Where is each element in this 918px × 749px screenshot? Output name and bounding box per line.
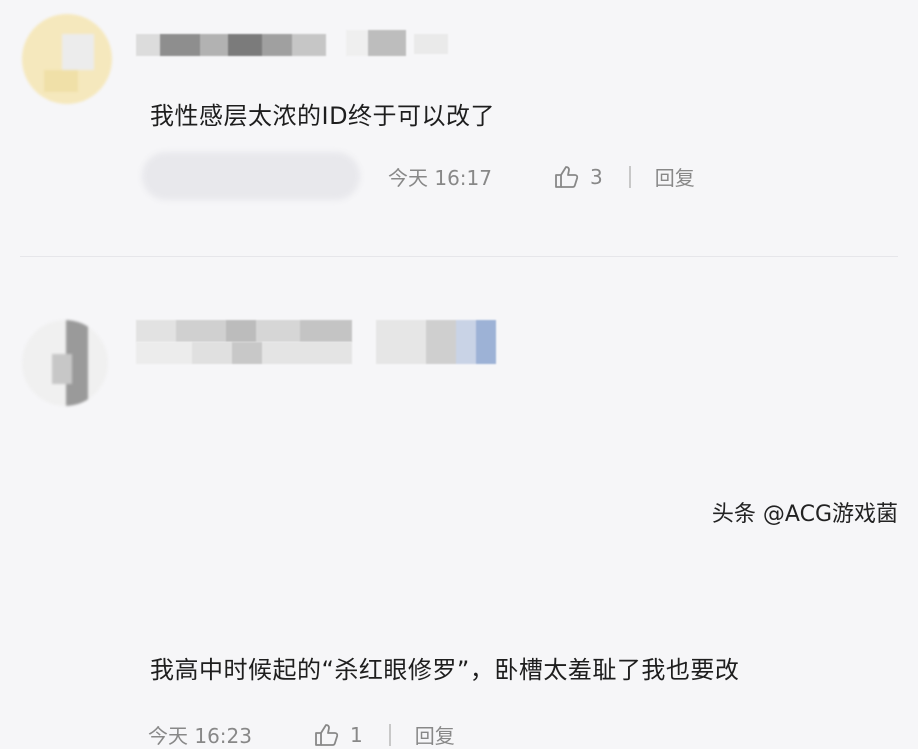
like-count: 3: [590, 164, 603, 189]
avatar[interactable]: [22, 14, 112, 104]
thumbs-up-icon: [315, 723, 339, 746]
like-count: 1: [350, 722, 363, 747]
username-blurred[interactable]: [136, 30, 456, 58]
comment-meta: 今天 16:17 3 回复: [388, 162, 695, 191]
like-button[interactable]: 1: [314, 723, 363, 747]
comment-meta: 今天 16:23 1 回复: [148, 720, 455, 749]
username-blurred[interactable]: [136, 320, 516, 370]
divider: [388, 723, 391, 746]
like-button[interactable]: 3: [554, 165, 603, 189]
comment-divider: [20, 256, 898, 257]
timestamp: 今天 16:23: [148, 724, 252, 748]
thumbs-up-icon: [555, 165, 579, 188]
comment-text: 我性感层太浓的ID终于可以改了: [150, 102, 496, 130]
avatar[interactable]: [22, 320, 108, 406]
reply-button[interactable]: 回复: [415, 720, 455, 749]
blurred-tag: [142, 152, 360, 200]
watermark: 头条 @ACG游戏菌: [711, 502, 898, 527]
comment-text: 我高中时候起的“杀红眼修罗”，卧槽太羞耻了我也要改: [150, 656, 740, 684]
divider: [628, 165, 631, 188]
comment-item: 我性感层太浓的ID终于可以改了 今天 16:17 3 回复: [0, 0, 918, 256]
timestamp: 今天 16:17: [388, 166, 492, 190]
reply-button[interactable]: 回复: [655, 162, 695, 191]
